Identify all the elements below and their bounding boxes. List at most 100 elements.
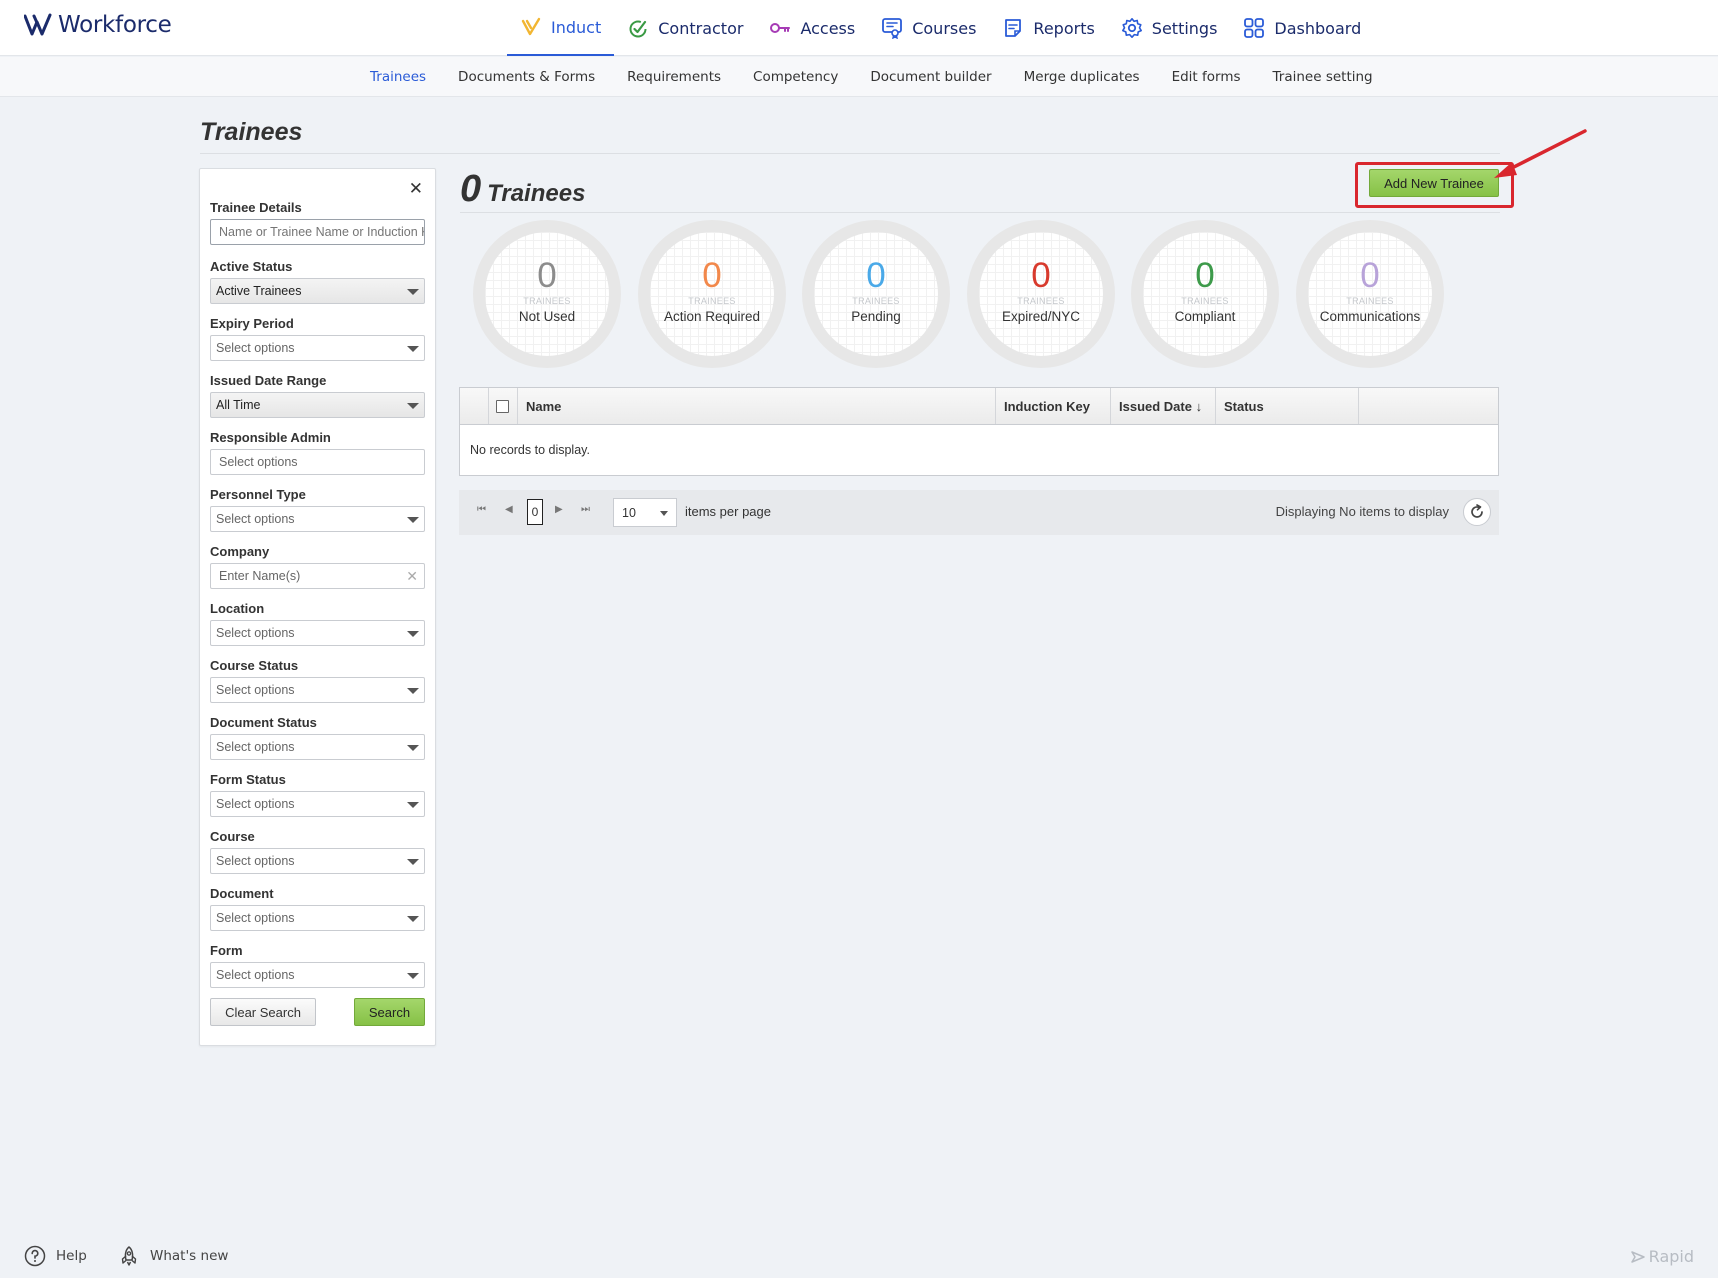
nav-item-induct[interactable]: Induct bbox=[507, 0, 615, 56]
next-page-icon[interactable]: ▶ bbox=[555, 504, 563, 515]
personnel-type-value: Select options bbox=[216, 512, 295, 526]
clear-search-button[interactable]: Clear Search bbox=[210, 998, 316, 1026]
stat-action-required[interactable]: 0 TRAINEES Action Required bbox=[638, 220, 786, 368]
dashboard-icon bbox=[1244, 18, 1265, 38]
nav-item-label: Dashboard bbox=[1274, 18, 1362, 38]
add-new-trainee-button[interactable]: Add New Trainee bbox=[1369, 169, 1499, 197]
nav-item-settings[interactable]: Settings bbox=[1108, 0, 1231, 56]
company-field[interactable]: Enter Name(s) ✕ bbox=[210, 563, 425, 589]
course-value: Select options bbox=[216, 854, 295, 868]
trainee-count-label: Trainees bbox=[487, 180, 586, 207]
issued-date-range-label: Issued Date Range bbox=[210, 373, 327, 388]
nav-item-label: Courses bbox=[912, 18, 977, 38]
search-button[interactable]: Search bbox=[354, 998, 425, 1026]
stat-communications[interactable]: 0 TRAINEES Communications bbox=[1296, 220, 1444, 368]
subnav-item-trainees[interactable]: Trainees bbox=[354, 57, 442, 97]
course-select[interactable]: Select options bbox=[210, 848, 425, 874]
chevron-down-icon bbox=[407, 859, 419, 865]
form-status-value: Select options bbox=[216, 797, 295, 811]
form-select[interactable]: Select options bbox=[210, 962, 425, 988]
subnav-item-merge-duplicates[interactable]: Merge duplicates bbox=[1008, 57, 1156, 97]
active-status-select[interactable]: Active Trainees bbox=[210, 278, 425, 304]
form-status-label: Form Status bbox=[210, 772, 286, 787]
nav-item-label: Contractor bbox=[658, 18, 744, 38]
last-page-icon[interactable]: ⏭ bbox=[581, 504, 590, 515]
subnav-item-documents-forms[interactable]: Documents & Forms bbox=[442, 57, 611, 97]
trainee-details-input[interactable] bbox=[219, 225, 424, 239]
stat-pending[interactable]: 0 TRAINEES Pending bbox=[802, 220, 950, 368]
responsible-admin-field[interactable]: Select options bbox=[210, 449, 425, 475]
issued-date-range-select[interactable]: All Time bbox=[210, 392, 425, 418]
clear-company-icon[interactable]: ✕ bbox=[406, 568, 418, 585]
course-status-select[interactable]: Select options bbox=[210, 677, 425, 703]
column-header-issued-date[interactable]: Issued Date ↓ bbox=[1110, 388, 1215, 424]
company-value: Enter Name(s) bbox=[219, 569, 301, 583]
subnav-item-document-builder[interactable]: Document builder bbox=[854, 57, 1007, 97]
company-label: Company bbox=[210, 544, 270, 559]
active-status-label: Active Status bbox=[210, 259, 293, 274]
nav-item-dashboard[interactable]: Dashboard bbox=[1230, 0, 1374, 56]
subnav-item-requirements[interactable]: Requirements bbox=[611, 57, 737, 97]
nav-item-access[interactable]: Access bbox=[756, 0, 868, 56]
stat-value: 0 bbox=[1031, 256, 1051, 295]
stat-label: Action Required bbox=[663, 309, 761, 324]
whats-new-link[interactable]: What's new bbox=[118, 1245, 228, 1267]
stat-label: Pending bbox=[851, 309, 901, 324]
chevron-down-icon bbox=[407, 403, 419, 409]
previous-page-icon[interactable]: ◀ bbox=[505, 504, 513, 515]
chevron-down-icon bbox=[660, 511, 668, 516]
form-status-select[interactable]: Select options bbox=[210, 791, 425, 817]
stat-unit: TRAINEES bbox=[852, 296, 900, 306]
expiry-period-select[interactable]: Select options bbox=[210, 335, 425, 361]
nav-item-reports[interactable]: Reports bbox=[989, 0, 1107, 56]
chevron-down-icon bbox=[407, 916, 419, 922]
nav-item-courses[interactable]: Courses bbox=[868, 0, 989, 56]
subnav-item-competency[interactable]: Competency bbox=[737, 57, 854, 97]
refresh-button[interactable] bbox=[1463, 498, 1491, 526]
expiry-period-label: Expiry Period bbox=[210, 316, 294, 331]
document-select[interactable]: Select options bbox=[210, 905, 425, 931]
nav-item-contractor[interactable]: Contractor bbox=[614, 0, 756, 56]
select-all-checkbox[interactable] bbox=[496, 400, 509, 413]
stat-not-used[interactable]: 0 TRAINEES Not Used bbox=[473, 220, 621, 368]
page-title: Trainees bbox=[200, 118, 303, 146]
document-status-select[interactable]: Select options bbox=[210, 734, 425, 760]
stat-expired-nyc[interactable]: 0 TRAINEES Expired/NYC bbox=[967, 220, 1115, 368]
chevron-down-icon bbox=[407, 517, 419, 523]
stat-value: 0 bbox=[702, 256, 722, 295]
rapid-brand: Rapid bbox=[1630, 1247, 1694, 1266]
form-label: Form bbox=[210, 943, 243, 958]
personnel-type-label: Personnel Type bbox=[210, 487, 306, 502]
current-page[interactable]: 0 bbox=[527, 499, 543, 525]
stat-value: 0 bbox=[1195, 256, 1215, 295]
location-value: Select options bbox=[216, 626, 295, 640]
nav-item-label: Reports bbox=[1033, 18, 1095, 38]
location-select[interactable]: Select options bbox=[210, 620, 425, 646]
column-header-induction-key[interactable]: Induction Key bbox=[995, 388, 1100, 424]
stat-unit: TRAINEES bbox=[1017, 296, 1065, 306]
stat-label: Compliant bbox=[1174, 309, 1236, 324]
workforce-logo-icon bbox=[24, 13, 52, 36]
column-header-status[interactable]: Status bbox=[1215, 388, 1350, 424]
stat-label: Communications bbox=[1319, 309, 1421, 324]
form-value: Select options bbox=[216, 968, 295, 982]
filter-panel: ✕ Trainee Details Active Status Active T… bbox=[199, 168, 436, 1046]
stat-compliant[interactable]: 0 TRAINEES Compliant bbox=[1131, 220, 1279, 368]
stat-label: Not Used bbox=[518, 309, 576, 324]
trainee-details-field[interactable] bbox=[210, 219, 425, 245]
subnav-item-edit-forms[interactable]: Edit forms bbox=[1156, 57, 1257, 97]
page-size-value: 10 bbox=[622, 505, 636, 520]
chevron-down-icon bbox=[407, 802, 419, 808]
personnel-type-select[interactable]: Select options bbox=[210, 506, 425, 532]
issued-date-range-value: All Time bbox=[216, 398, 261, 412]
pager-status: Displaying No items to display bbox=[1275, 504, 1449, 519]
subnav-item-trainee-setting[interactable]: Trainee setting bbox=[1257, 57, 1389, 97]
trainee-count-heading: 0 Trainees bbox=[460, 168, 585, 211]
stat-unit: TRAINEES bbox=[523, 296, 571, 306]
column-header-name[interactable]: Name bbox=[517, 388, 954, 424]
help-link[interactable]: Help bbox=[24, 1245, 87, 1267]
page-size-select[interactable]: 10 bbox=[613, 498, 677, 527]
workforce-logo[interactable]: Workforce bbox=[24, 12, 172, 38]
first-page-icon[interactable]: ⏮ bbox=[477, 504, 486, 515]
close-filter-icon[interactable]: ✕ bbox=[409, 179, 423, 199]
